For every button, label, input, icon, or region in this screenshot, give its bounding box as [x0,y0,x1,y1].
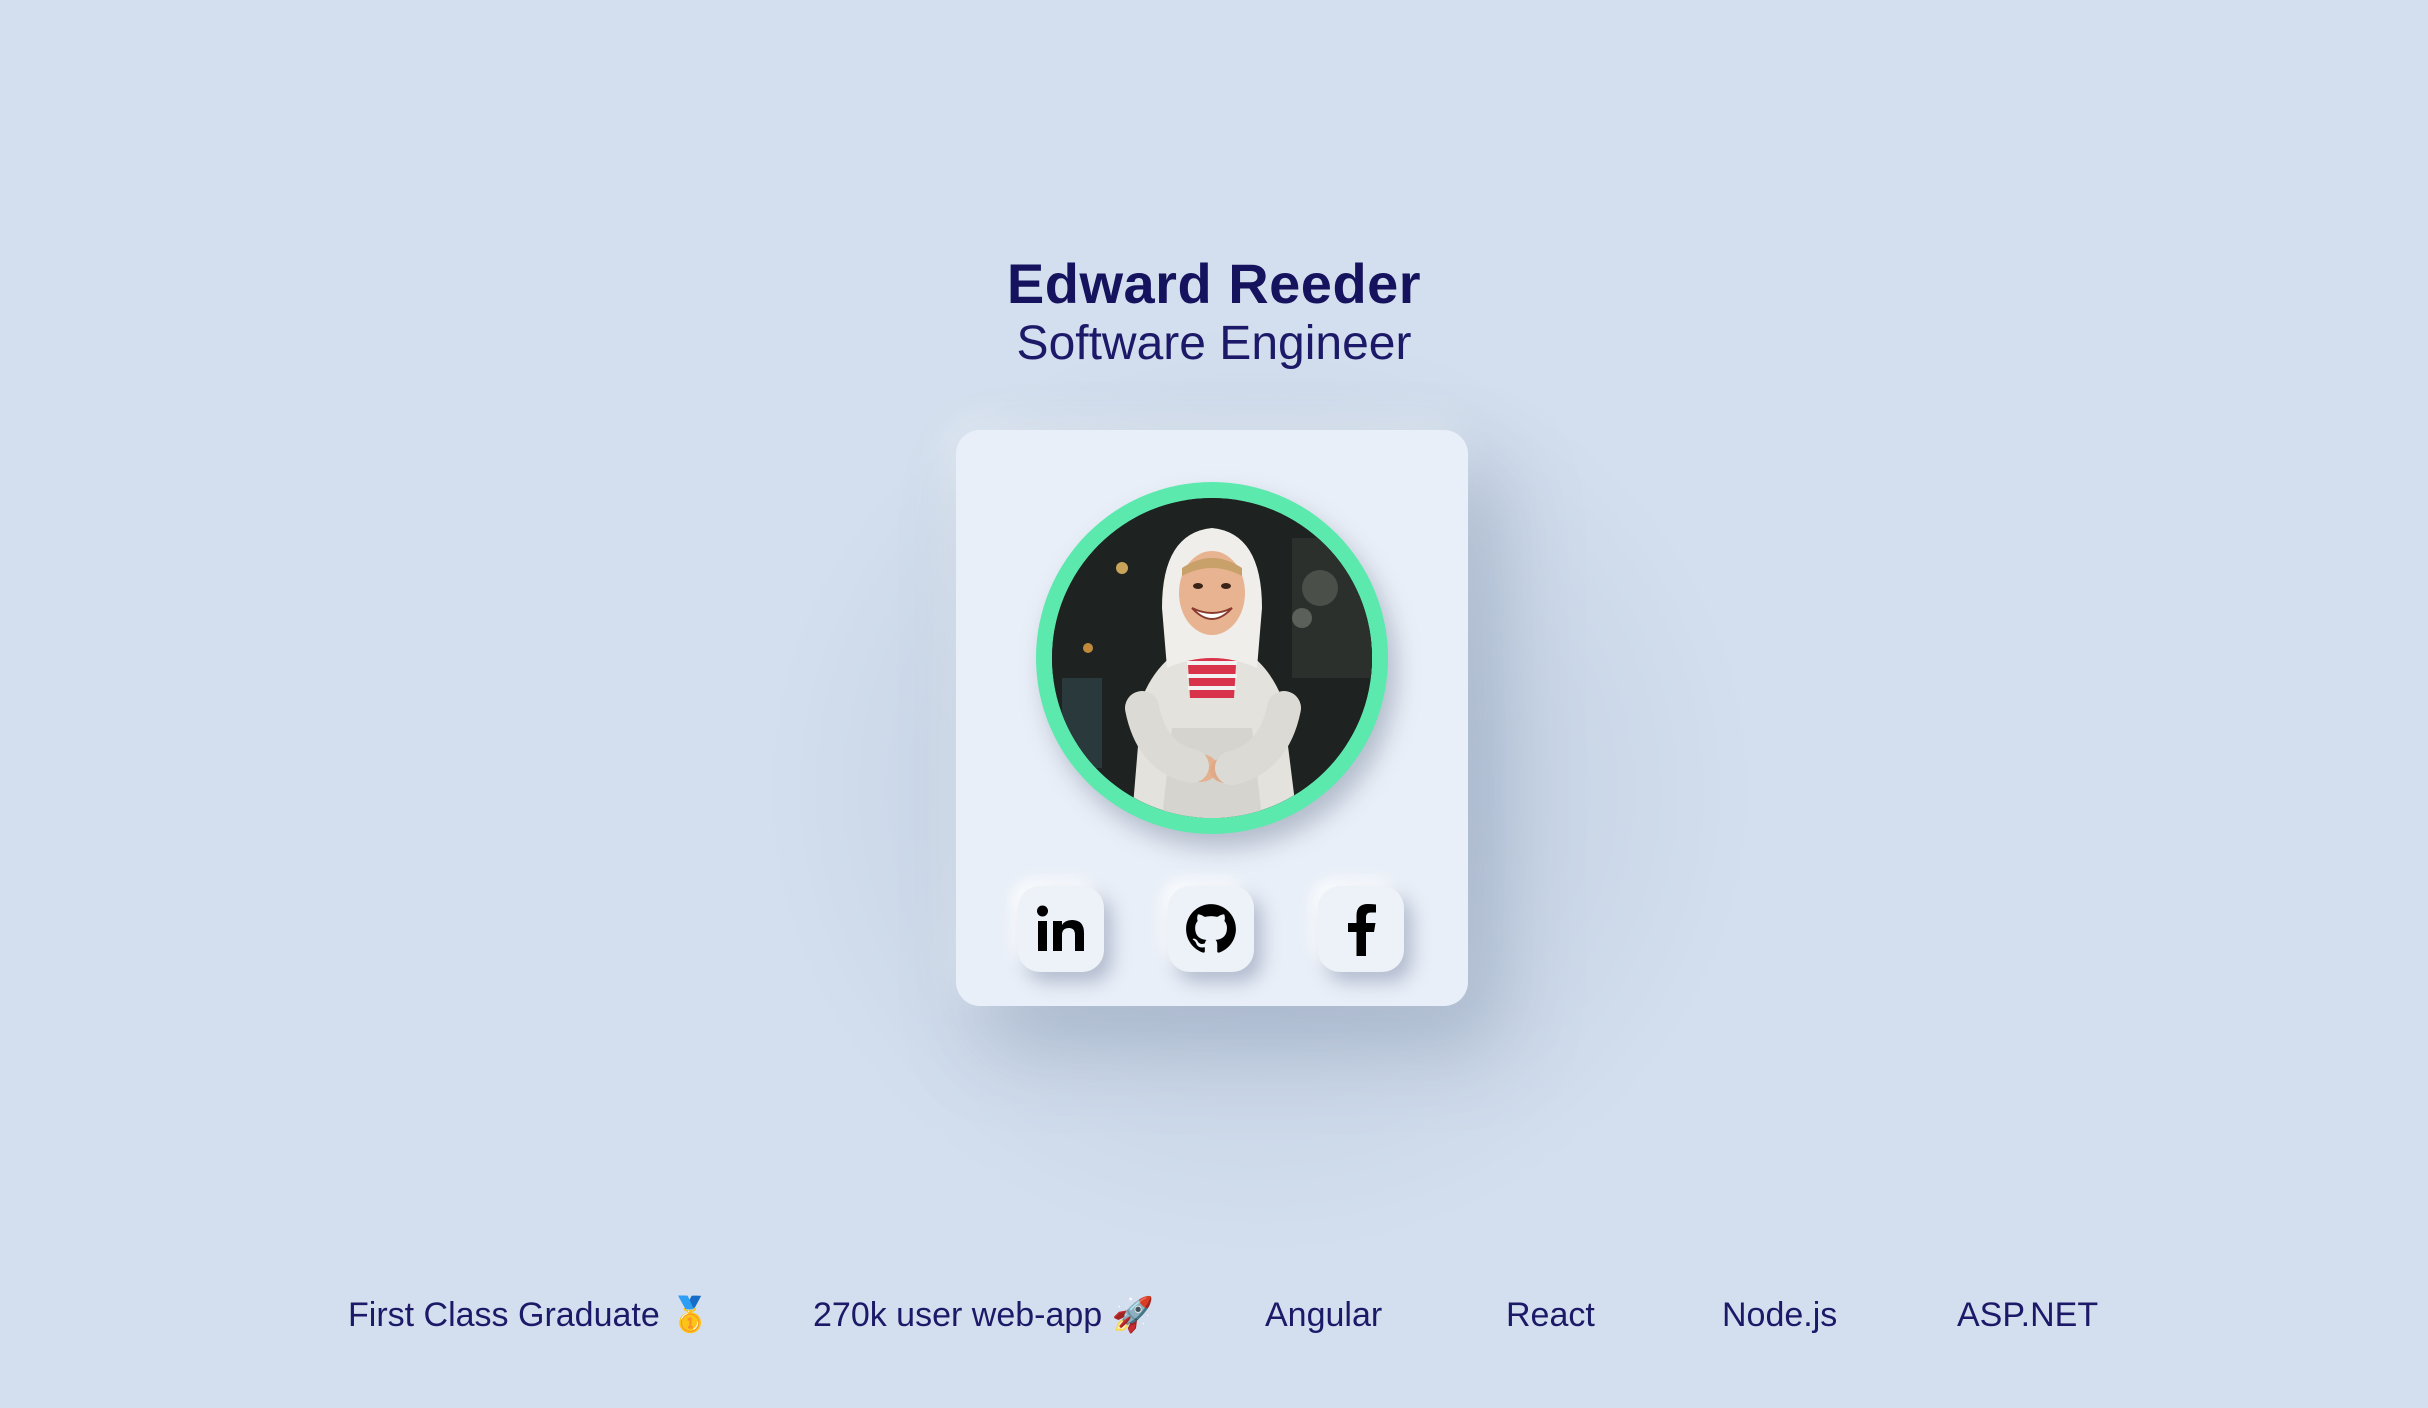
profile-card [956,430,1468,1006]
highlight-item: Angular [1265,1296,1383,1334]
highlights-bar: First Class Graduate 🥇 270k user web-app… [0,1290,2428,1340]
avatar-ring [1036,482,1388,834]
avatar-photo [1052,498,1372,818]
avatar [1052,498,1372,818]
github-button[interactable] [1168,886,1254,972]
facebook-icon [1348,904,1376,956]
linkedin-button[interactable] [1018,886,1104,972]
highlight-item: 270k user web-app 🚀 [813,1296,1154,1334]
highlight-item: Node.js [1722,1296,1838,1334]
facebook-button[interactable] [1318,886,1404,972]
highlight-item: ASP.NET [1957,1296,2099,1334]
highlight-item: First Class Graduate 🥇 [348,1296,712,1334]
profile-role: Software Engineer [1016,317,1412,370]
profile-name: Edward Reeder [1006,252,1422,315]
github-icon [1186,904,1236,953]
linkedin-icon [1037,905,1084,951]
profile-header: Edward Reeder Software Engineer [0,244,2428,372]
highlight-item: React [1506,1296,1595,1334]
